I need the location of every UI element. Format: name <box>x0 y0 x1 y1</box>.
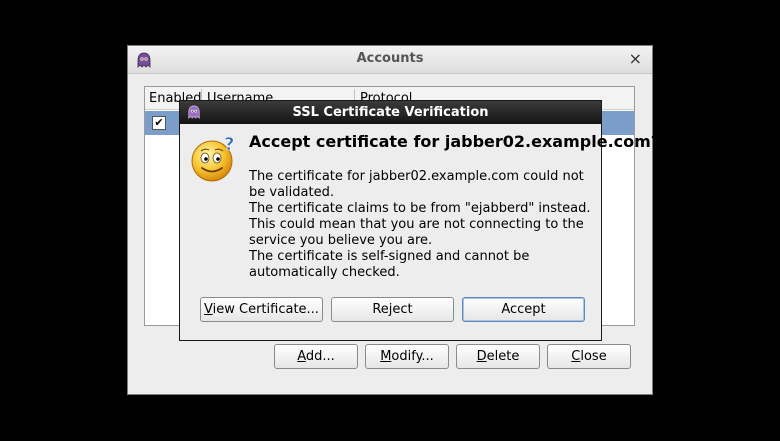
question-smiley-icon: ? <box>189 134 239 188</box>
accept-button[interactable]: Accept <box>462 297 585 322</box>
reject-button[interactable]: Reject <box>331 297 454 322</box>
modify-button[interactable]: Modify... <box>365 344 449 369</box>
ssl-dialog-message: The certificate for jabber02.example.com… <box>249 169 594 281</box>
view-certificate-button[interactable]: View Certificate... <box>200 297 323 322</box>
enabled-checkbox[interactable]: ✔ <box>152 116 166 130</box>
message-line: The certificate claims to be from "ejabb… <box>249 201 591 248</box>
accounts-titlebar[interactable]: Accounts × <box>128 46 652 74</box>
ssl-dialog-title: SSL Certificate Verification <box>292 105 489 120</box>
message-line: The certificate for jabber02.example.com… <box>249 169 584 200</box>
delete-button[interactable]: Delete <box>456 344 540 369</box>
ssl-certificate-dialog: SSL Certificate Verification ? Accept ce… <box>179 100 660 341</box>
accounts-window-title: Accounts <box>356 51 424 66</box>
ssl-dialog-heading: Accept certificate for jabber02.example.… <box>249 132 661 151</box>
close-icon[interactable]: × <box>629 49 642 68</box>
add-button[interactable]: Add... <box>274 344 358 369</box>
ssl-dialog-titlebar[interactable]: SSL Certificate Verification <box>180 101 601 124</box>
svg-text:?: ? <box>224 134 234 155</box>
message-line: The certificate is self-signed and canno… <box>249 249 530 280</box>
close-button[interactable]: Close <box>547 344 631 369</box>
